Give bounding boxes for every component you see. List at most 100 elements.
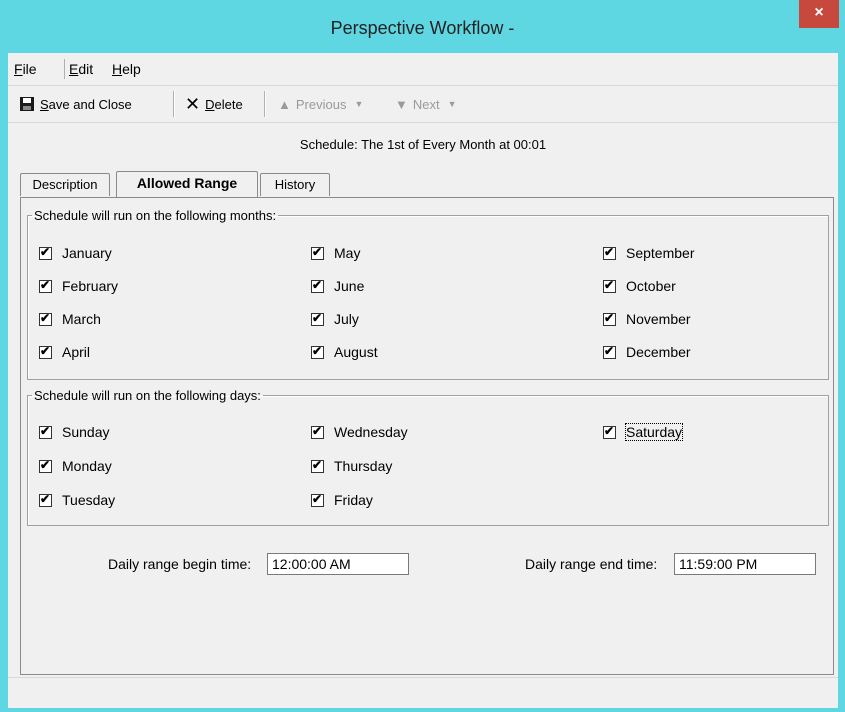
checkbox-november[interactable]: ✔ November xyxy=(603,311,691,327)
checkbox-sunday[interactable]: ✔ Sunday xyxy=(39,424,109,440)
checkbox-label: June xyxy=(334,278,365,294)
toolbar-separator xyxy=(173,91,175,117)
checkbox-label: January xyxy=(62,245,112,261)
up-arrow-icon: ▲ xyxy=(278,96,291,112)
schedule-summary: Schedule: The 1st of Every Month at 00:0… xyxy=(299,137,547,152)
tab-history[interactable]: History xyxy=(260,173,330,196)
checkbox-label: May xyxy=(334,245,361,261)
next-label: Next xyxy=(412,96,440,112)
menu-file[interactable]: File xyxy=(14,61,37,77)
checkbox-box[interactable]: ✔ xyxy=(39,424,52,439)
check-icon: ✔ xyxy=(40,244,51,259)
checkbox-label: Wednesday xyxy=(334,424,408,440)
app-window: Perspective Workflow - × File Edit Help … xyxy=(0,0,845,712)
delete-label: elete xyxy=(214,96,243,112)
checkbox-monday[interactable]: ✔ Monday xyxy=(39,458,112,474)
dropdown-arrow-icon[interactable]: ▼ xyxy=(448,99,457,109)
check-icon: ✔ xyxy=(604,277,615,292)
checkbox-june[interactable]: ✔ June xyxy=(311,278,364,294)
check-icon: ✔ xyxy=(312,343,323,358)
checkbox-august[interactable]: ✔ August xyxy=(311,344,378,360)
checkbox-box[interactable]: ✔ xyxy=(603,311,616,326)
checkbox-wednesday[interactable]: ✔ Wednesday xyxy=(311,424,408,440)
check-icon: ✔ xyxy=(40,310,51,325)
checkbox-box[interactable]: ✔ xyxy=(311,311,324,326)
checkbox-box[interactable]: ✔ xyxy=(39,244,52,260)
checkbox-label: October xyxy=(626,278,676,294)
checkbox-box[interactable]: ✔ xyxy=(39,491,52,507)
checkbox-box[interactable]: ✔ xyxy=(603,423,616,439)
menu-help[interactable]: Help xyxy=(112,61,141,77)
menu-file-mnemonic: F xyxy=(14,61,23,77)
menu-bar: File Edit Help xyxy=(8,53,838,86)
title-bar[interactable]: Perspective Workflow - × xyxy=(0,0,845,52)
next-button[interactable]: ▼ Next ▼ xyxy=(395,94,457,114)
check-icon: ✔ xyxy=(312,244,323,259)
check-icon: ✔ xyxy=(40,491,51,506)
close-button[interactable]: × xyxy=(799,0,839,28)
checkbox-september[interactable]: ✔ September xyxy=(603,245,694,261)
checkbox-box[interactable]: ✔ xyxy=(603,343,616,359)
end-time-input[interactable]: 11:59:00 PM xyxy=(674,553,816,575)
checkbox-december[interactable]: ✔ December xyxy=(603,344,691,360)
checkbox-friday[interactable]: ✔ Friday xyxy=(311,492,373,508)
check-icon: ✔ xyxy=(40,457,51,472)
checkbox-box[interactable]: ✔ xyxy=(311,244,324,260)
checkbox-box[interactable]: ✔ xyxy=(311,343,324,359)
checkbox-box[interactable]: ✔ xyxy=(39,278,52,293)
down-arrow-icon: ▼ xyxy=(395,96,408,112)
check-icon: ✔ xyxy=(312,491,323,506)
checkbox-february[interactable]: ✔ February xyxy=(39,278,118,294)
checkbox-april[interactable]: ✔ April xyxy=(39,344,90,360)
save-icon xyxy=(20,97,34,111)
checkbox-box[interactable]: ✔ xyxy=(311,424,324,439)
menu-help-mnemonic: H xyxy=(112,61,123,77)
checkbox-thursday[interactable]: ✔ Thursday xyxy=(311,458,392,474)
save-mnemonic: S xyxy=(40,96,49,112)
checkbox-january[interactable]: ✔ January xyxy=(39,245,112,261)
checkbox-saturday[interactable]: ✔ Saturday xyxy=(603,423,684,441)
checkbox-label: Thursday xyxy=(334,458,393,474)
checkbox-tuesday[interactable]: ✔ Tuesday xyxy=(39,492,115,508)
checkbox-box[interactable]: ✔ xyxy=(311,458,324,473)
checkbox-box[interactable]: ✔ xyxy=(311,491,324,507)
checkbox-box[interactable]: ✔ xyxy=(603,245,616,260)
checkbox-label: Monday xyxy=(62,458,112,474)
checkbox-box[interactable]: ✔ xyxy=(39,310,52,326)
checkbox-october[interactable]: ✔ October xyxy=(603,278,676,294)
checkbox-label: Sunday xyxy=(62,424,110,440)
status-bar xyxy=(8,677,838,708)
months-group: Schedule will run on the following month… xyxy=(27,208,829,380)
checkbox-label: July xyxy=(334,311,359,327)
checkbox-label: December xyxy=(626,344,691,360)
previous-button[interactable]: ▲ Previous ▼ xyxy=(278,94,363,114)
checkbox-box[interactable]: ✔ xyxy=(603,277,616,293)
checkbox-label: September xyxy=(626,245,695,261)
checkbox-box[interactable]: ✔ xyxy=(311,278,324,293)
checkbox-label: Tuesday xyxy=(62,492,116,508)
check-icon: ✔ xyxy=(604,343,615,358)
checkbox-may[interactable]: ✔ May xyxy=(311,245,360,261)
checkbox-label: February xyxy=(62,278,119,294)
delete-button[interactable]: ✕ Delete xyxy=(185,94,243,114)
previous-label: Previous xyxy=(295,96,347,112)
menu-edit[interactable]: Edit xyxy=(69,61,93,77)
checkbox-box[interactable]: ✔ xyxy=(39,457,52,473)
save-and-close-button[interactable]: Save and Close xyxy=(20,94,132,114)
checkbox-label: August xyxy=(334,344,378,360)
tab-allowed-range[interactable]: Allowed Range xyxy=(116,171,258,197)
check-icon: ✔ xyxy=(40,343,51,358)
toolbar-separator xyxy=(264,91,266,117)
checkbox-march[interactable]: ✔ March xyxy=(39,311,101,327)
checkbox-box[interactable]: ✔ xyxy=(39,343,52,359)
menu-edit-label: dit xyxy=(78,61,94,77)
toolbar: Save and Close ✕ Delete ▲ Previous ▼ ▼ N… xyxy=(8,86,838,123)
allowed-range-panel: Schedule will run on the following month… xyxy=(20,197,834,675)
tab-description[interactable]: Description xyxy=(20,173,110,196)
begin-time-input[interactable]: 12:00:00 AM xyxy=(267,553,409,575)
end-time-label: Daily range end time: xyxy=(525,556,658,572)
check-icon: ✔ xyxy=(604,423,615,438)
client-area: File Edit Help Save and Close ✕ Delete ▲… xyxy=(8,53,838,708)
checkbox-july[interactable]: ✔ July xyxy=(311,311,359,327)
dropdown-arrow-icon[interactable]: ▼ xyxy=(354,99,363,109)
